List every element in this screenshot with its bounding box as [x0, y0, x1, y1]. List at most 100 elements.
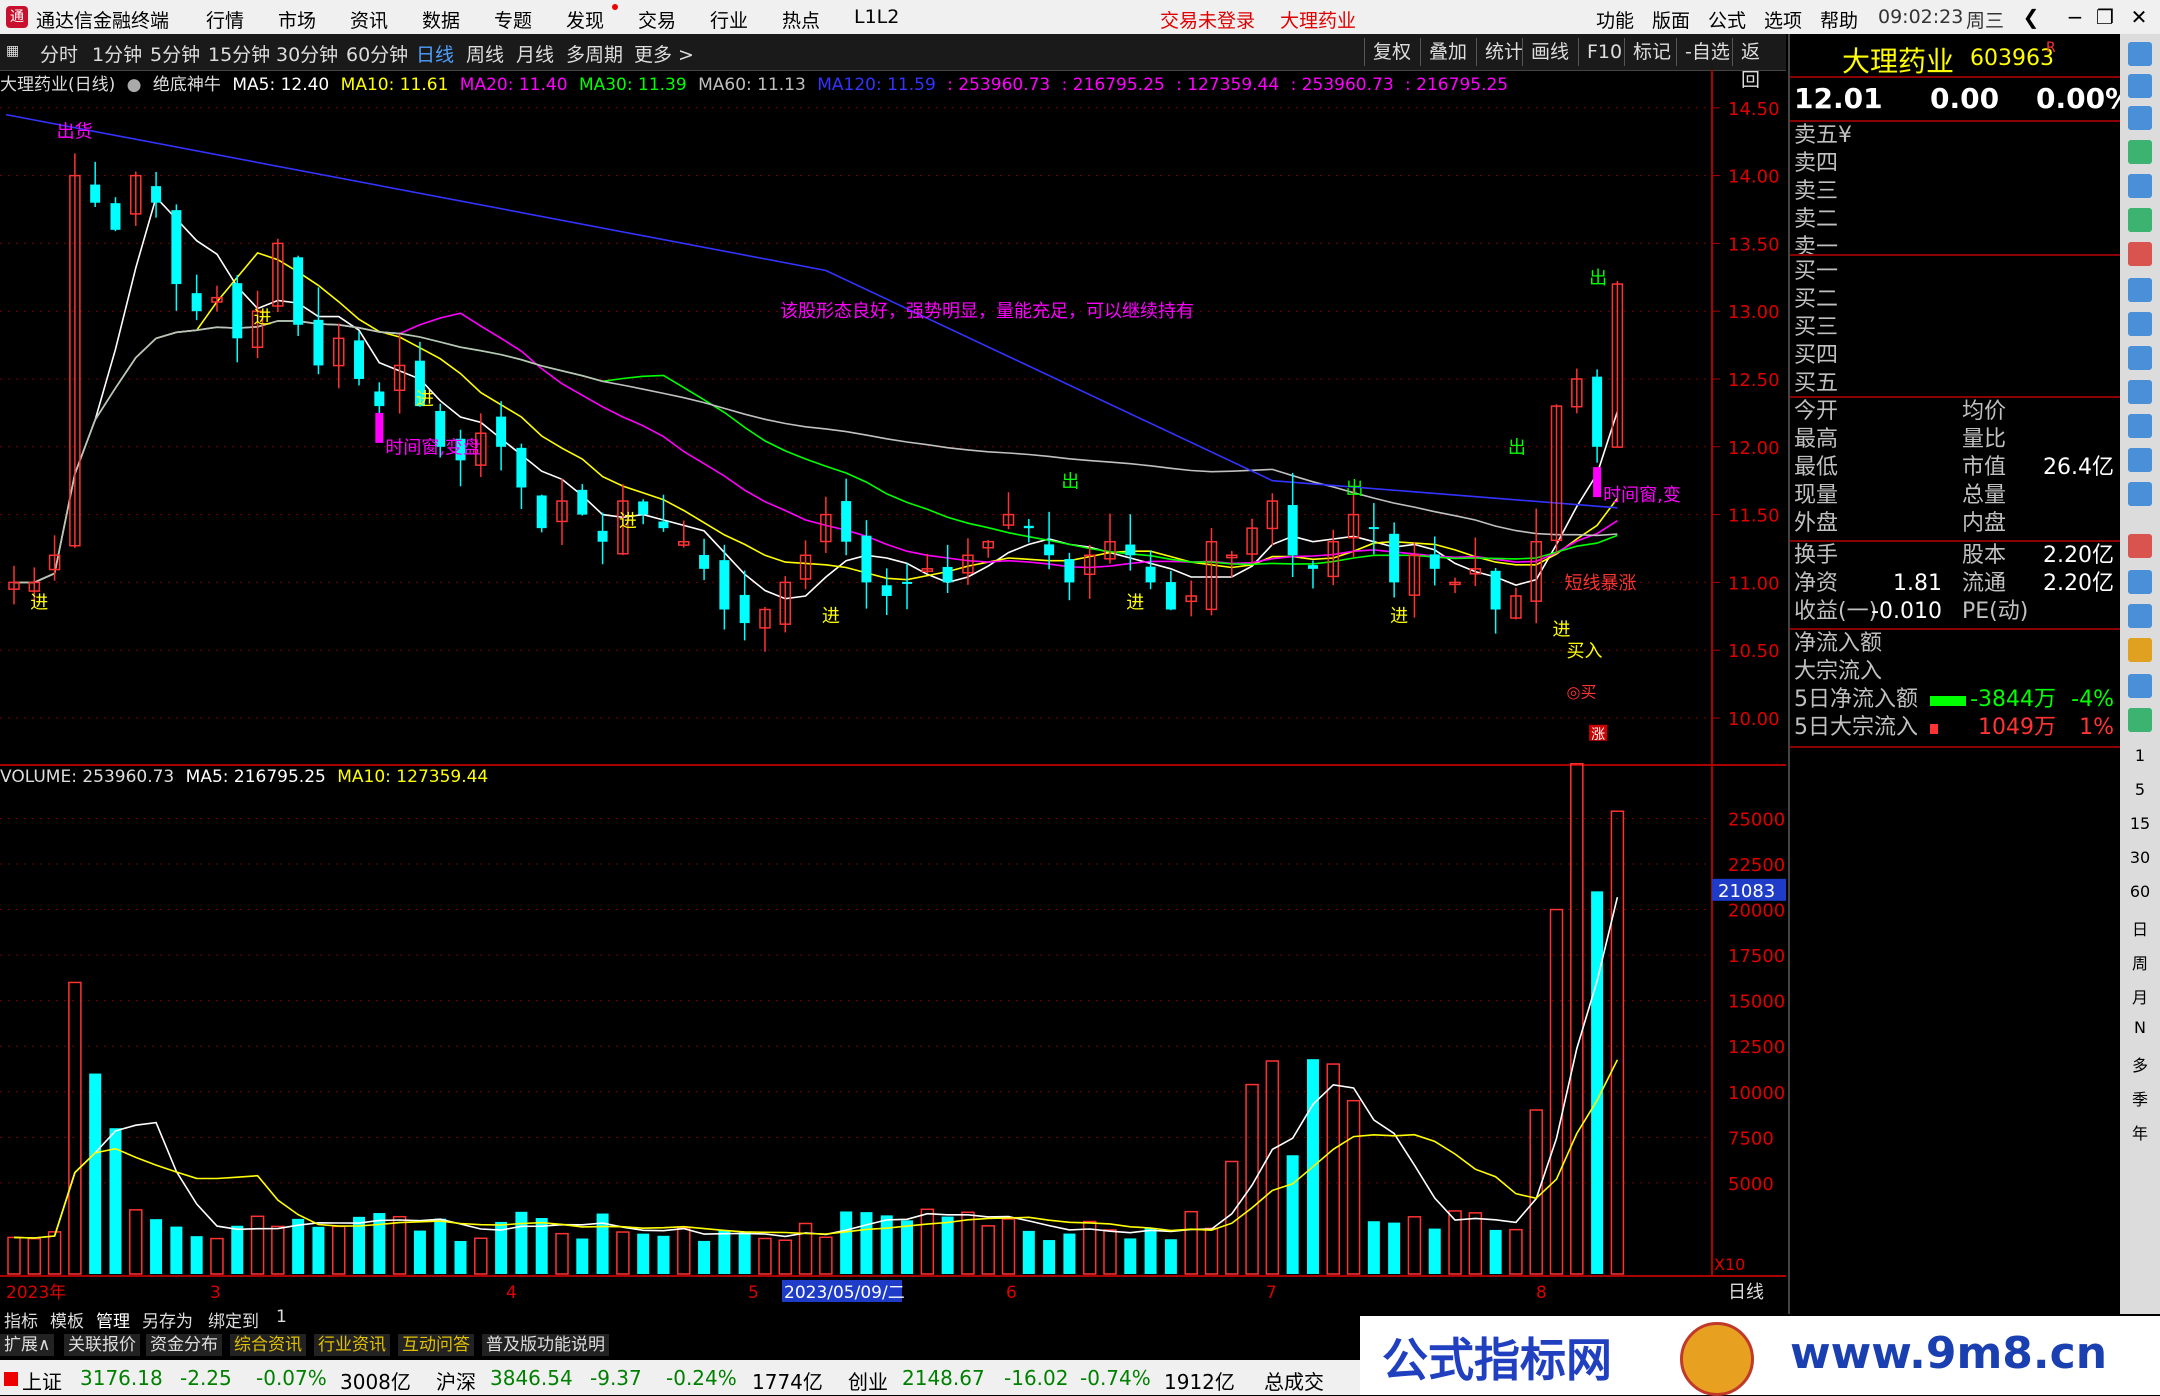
- news-icon[interactable]: [2128, 278, 2152, 302]
- menu-industry[interactable]: 行业: [710, 6, 748, 33]
- restore-icon[interactable]: ❐: [2090, 4, 2120, 30]
- line-chart-icon[interactable]: [2128, 208, 2152, 232]
- menu-help[interactable]: 帮助: [1820, 6, 1858, 33]
- total-volume-label[interactable]: 总成交: [1264, 1366, 1324, 1395]
- down-arrow-icon[interactable]: [2128, 106, 2152, 130]
- period-monthly[interactable]: 月线: [516, 40, 554, 67]
- side-period-n[interactable]: N: [2120, 1018, 2160, 1037]
- sell-4[interactable]: 卖四: [1794, 150, 1838, 178]
- menu-news[interactable]: 资讯: [350, 6, 388, 33]
- buy-4[interactable]: 买四: [1794, 342, 1838, 370]
- side-period-week[interactable]: 周: [2120, 950, 2160, 974]
- menu-l1l2[interactable]: L1L2: [854, 6, 899, 28]
- refresh-icon[interactable]: [2128, 570, 2152, 594]
- buy-2[interactable]: 买二: [1794, 286, 1838, 314]
- period-15min[interactable]: 15分钟: [208, 40, 270, 67]
- side-period-1[interactable]: 1: [2120, 746, 2160, 765]
- crosshair-icon[interactable]: [2128, 604, 2152, 628]
- period-5min[interactable]: 5分钟: [150, 40, 200, 67]
- buy-3[interactable]: 买三: [1794, 314, 1838, 342]
- period-60min[interactable]: 60分钟: [346, 40, 408, 67]
- minimize-icon[interactable]: −: [2060, 4, 2090, 30]
- money-icon[interactable]: [2128, 448, 2152, 472]
- btn-adjust[interactable]: 复权: [1364, 38, 1419, 66]
- tab-saveas[interactable]: 另存为: [138, 1307, 197, 1332]
- cy-label[interactable]: 创业: [848, 1366, 888, 1395]
- up-arrow-icon[interactable]: [2128, 74, 2152, 98]
- sh-label[interactable]: 上证: [22, 1366, 62, 1395]
- side-period-quarter[interactable]: 季: [2120, 1086, 2160, 1110]
- period-1min[interactable]: 1分钟: [92, 40, 142, 67]
- buy-5[interactable]: 买五: [1794, 370, 1838, 398]
- tab-1[interactable]: 1: [272, 1307, 291, 1327]
- tab-industry-news[interactable]: 行业资讯: [314, 1334, 390, 1356]
- tab-template[interactable]: 模板: [46, 1307, 88, 1332]
- tab-expand[interactable]: 扩展∧: [0, 1334, 55, 1356]
- tab-fund-dist[interactable]: 资金分布: [146, 1334, 222, 1356]
- menu-quotes[interactable]: 行情: [206, 6, 244, 33]
- side-period-5[interactable]: 5: [2120, 780, 2160, 799]
- sell-5[interactable]: 卖五¥: [1794, 122, 1852, 150]
- pen-icon[interactable]: [2128, 638, 2152, 662]
- btn-overlay[interactable]: 叠加: [1420, 38, 1475, 66]
- login-status[interactable]: 交易未登录: [1160, 6, 1255, 33]
- back-arrow-icon[interactable]: ❮: [2016, 4, 2046, 30]
- btn-f10[interactable]: F10: [1578, 38, 1630, 66]
- tab-bind[interactable]: 绑定到: [204, 1307, 263, 1332]
- menu-hot[interactable]: 热点: [782, 6, 820, 33]
- menu-options[interactable]: 选项: [1764, 6, 1802, 33]
- menu-formula[interactable]: 公式: [1708, 6, 1746, 33]
- btn-watchlist[interactable]: -自选: [1676, 38, 1738, 66]
- kline-chart[interactable]: 15.0014.5014.0013.5013.0012.5012.0011.50…: [0, 70, 1786, 1306]
- period-fenshi[interactable]: 分时: [40, 40, 78, 67]
- period-multi[interactable]: 多周期: [566, 40, 623, 67]
- side-period-30[interactable]: 30: [2120, 848, 2160, 867]
- sell-3[interactable]: 卖三: [1794, 178, 1838, 206]
- side-period-month[interactable]: 月: [2120, 984, 2160, 1008]
- period-daily[interactable]: 日线: [416, 40, 454, 67]
- buy-1[interactable]: 买一: [1794, 258, 1838, 286]
- side-period-multi[interactable]: 多: [2120, 1052, 2160, 1076]
- tab-news[interactable]: 综合资讯: [230, 1334, 306, 1356]
- rsi-icon[interactable]: [2128, 534, 2152, 558]
- tab-related-quote[interactable]: 关联报价: [64, 1334, 140, 1356]
- box-icon[interactable]: [2128, 708, 2152, 732]
- fs-icon[interactable]: [2128, 674, 2152, 698]
- tab-qa[interactable]: 互动问答: [398, 1334, 474, 1356]
- period-weekly[interactable]: 周线: [466, 40, 504, 67]
- menu-data[interactable]: 数据: [422, 6, 460, 33]
- btn-back[interactable]: 返回: [1732, 38, 1786, 91]
- fund-icon[interactable]: [2128, 414, 2152, 438]
- tab-indicator[interactable]: 指标: [0, 1307, 42, 1332]
- doc-icon[interactable]: [2128, 380, 2152, 404]
- menu-function[interactable]: 功能: [1596, 6, 1634, 33]
- btn-mark[interactable]: 标记: [1624, 38, 1679, 66]
- menu-topics[interactable]: 专题: [494, 6, 532, 33]
- list-icon[interactable]: [2128, 346, 2152, 370]
- side-period-60[interactable]: 60: [2120, 882, 2160, 901]
- menu-layout[interactable]: 版面: [1652, 6, 1690, 33]
- menu-discover[interactable]: 发现: [566, 6, 604, 33]
- side-period-year[interactable]: 年: [2120, 1120, 2160, 1144]
- period-more[interactable]: 更多 >: [634, 40, 694, 67]
- side-period-15[interactable]: 15: [2120, 814, 2160, 833]
- hs-label[interactable]: 沪深: [436, 1366, 476, 1395]
- tab-manage[interactable]: 管理: [92, 1307, 134, 1332]
- indicator-toggle-icon[interactable]: ●: [127, 75, 142, 95]
- side-period-day[interactable]: 日: [2120, 916, 2160, 940]
- close-icon[interactable]: ✕: [2124, 4, 2154, 30]
- indicator-name[interactable]: 绝底神牛: [153, 75, 221, 95]
- f10-icon[interactable]: [2128, 312, 2152, 336]
- kline-icon[interactable]: [2128, 242, 2152, 266]
- menu-market[interactable]: 市场: [278, 6, 316, 33]
- tab-help[interactable]: 普及版功能说明: [482, 1334, 609, 1356]
- btn-draw[interactable]: 画线: [1522, 38, 1577, 66]
- period-30min[interactable]: 30分钟: [276, 40, 338, 67]
- chart-icon[interactable]: [2128, 140, 2152, 164]
- menu-trade[interactable]: 交易: [638, 6, 676, 33]
- collapse-icon[interactable]: [2128, 42, 2152, 66]
- table-icon[interactable]: [2128, 174, 2152, 198]
- toolbar-grid-icon[interactable]: ▦: [6, 43, 19, 59]
- sell-2[interactable]: 卖二: [1794, 206, 1838, 234]
- clock-icon[interactable]: [2128, 482, 2152, 506]
